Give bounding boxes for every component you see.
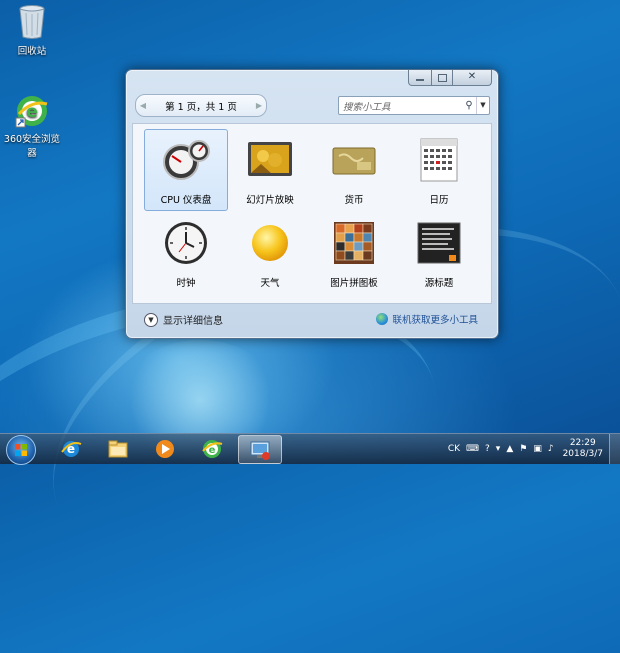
gadget-label: 日历 [429, 195, 449, 206]
weather-icon [252, 225, 288, 261]
get-more-gadgets-link[interactable]: 联机获取更多小工具 [376, 312, 478, 326]
clock-icon [165, 222, 207, 264]
gadgets-icon [250, 441, 270, 460]
globe-icon [376, 313, 389, 325]
help-icon[interactable]: ? [485, 444, 490, 454]
windows-logo-icon [15, 444, 27, 456]
browser-360-icon: e [202, 440, 223, 458]
gadget-currency[interactable]: 货币 [312, 129, 396, 211]
gadget-weather[interactable]: 天气 [228, 212, 312, 294]
volume-icon[interactable]: ♪ [548, 444, 554, 454]
maximize-icon [437, 74, 447, 82]
next-page-button[interactable]: ▶ [252, 101, 266, 110]
slideshow-icon [248, 142, 292, 176]
prev-page-button[interactable]: ◀ [136, 101, 150, 110]
page-indicator: 第 1 页，共 1 页 [165, 101, 237, 113]
gadget-label: 时钟 [176, 278, 196, 289]
gadget-calendar[interactable]: 日历 [397, 129, 481, 211]
clock-date: 2018/3/7 [562, 449, 603, 459]
cpu-meter-icon [163, 140, 210, 180]
recycle-bin-icon [19, 5, 45, 39]
network-icon[interactable]: ▣ [533, 444, 542, 454]
show-details-toggle[interactable]: ▼ 显示详细信息 [144, 312, 223, 327]
search-box: 搜索小工具 ⚲ ▼ [338, 96, 490, 115]
gadget-picture-puzzle[interactable]: 图片拼图板 [312, 212, 396, 294]
gadget-feed-headlines[interactable]: 源标题 [397, 212, 481, 294]
picture-puzzle-icon [334, 222, 374, 264]
browser-360-icon: e [15, 96, 48, 128]
clock[interactable]: 22:29 2018/3/7 [563, 438, 603, 460]
file-explorer-icon [108, 440, 128, 458]
get-more-gadgets-label: 联机获取更多小工具 [392, 315, 478, 326]
minimize-button[interactable] [408, 70, 432, 86]
search-dropdown-icon[interactable]: ▼ [476, 97, 489, 114]
clock-time: 22:29 [569, 438, 596, 448]
taskbar-gadgets[interactable] [238, 435, 282, 464]
media-player-icon [156, 440, 174, 458]
start-button[interactable] [6, 435, 36, 465]
action-center-icon[interactable]: ⚑ [519, 444, 527, 454]
close-button[interactable]: ✕ [453, 70, 492, 86]
gadget-slideshow[interactable]: 幻灯片放映 [228, 129, 312, 211]
show-details-label: 显示详细信息 [163, 316, 223, 327]
taskbar: e e CK ⌨ ? ▾ ▲ ⚑ ▣ ♪ 22:29 2018/3/7 [0, 433, 620, 465]
gadget-gallery: CPU 仪表盘 幻灯片放映 货币 日历 时钟 天气 图片拼图板 源标题 [132, 123, 492, 304]
currency-icon [332, 147, 376, 175]
internet-explorer-icon: e [61, 441, 82, 457]
gadget-cpu-meter[interactable]: CPU 仪表盘 [144, 129, 228, 211]
search-input[interactable]: 搜索小工具 [339, 99, 462, 113]
window-controls: ✕ [408, 70, 492, 86]
system-tray: CK ⌨ ? ▾ ▲ ⚑ ▣ ♪ 22:29 2018/3/7 [445, 434, 620, 464]
gadget-clock[interactable]: 时钟 [144, 212, 228, 294]
gadget-label: 幻灯片放映 [246, 195, 294, 206]
tray-options-icon[interactable]: ▾ [496, 444, 501, 454]
ime-icon[interactable]: ⌨ [466, 444, 479, 454]
page-navigator: ◀ 第 1 页，共 1 页 ▶ [135, 94, 267, 117]
svg-text:e: e [209, 445, 216, 456]
show-desktop-button[interactable] [609, 434, 620, 464]
gadget-label: 源标题 [424, 278, 454, 289]
desktop-icon-recycle-bin[interactable]: 回收站 [0, 4, 64, 57]
feed-headlines-icon [417, 222, 461, 264]
gadget-label: 天气 [260, 278, 280, 289]
gadget-label: CPU 仪表盘 [160, 195, 212, 206]
gadgets-window: ✕ ◀ 第 1 页，共 1 页 ▶ 搜索小工具 ⚲ ▼ CPU 仪表盘 幻灯片放… [125, 69, 499, 339]
taskbar-internet-explorer[interactable]: e [50, 435, 92, 462]
taskbar-360-browser[interactable]: e [191, 435, 233, 462]
taskbar-media-player[interactable] [144, 435, 186, 462]
language-indicator[interactable]: CK [448, 444, 460, 454]
desktop-icon-360-browser[interactable]: e 360安全浏览器 [0, 94, 64, 159]
minimize-icon [416, 79, 424, 81]
show-hidden-icons[interactable]: ▲ [506, 444, 513, 454]
desktop-icon-label: 360安全浏览器 [3, 134, 61, 159]
maximize-button[interactable] [432, 70, 453, 86]
search-icon[interactable]: ⚲ [462, 100, 476, 111]
gadget-label: 货币 [344, 195, 364, 206]
taskbar-file-explorer[interactable] [97, 435, 139, 462]
chevron-down-icon: ▼ [144, 312, 158, 327]
calendar-icon [420, 138, 458, 182]
gadget-label: 图片拼图板 [330, 278, 378, 289]
desktop-icon-label: 回收站 [17, 46, 47, 57]
close-icon: ✕ [467, 71, 477, 82]
